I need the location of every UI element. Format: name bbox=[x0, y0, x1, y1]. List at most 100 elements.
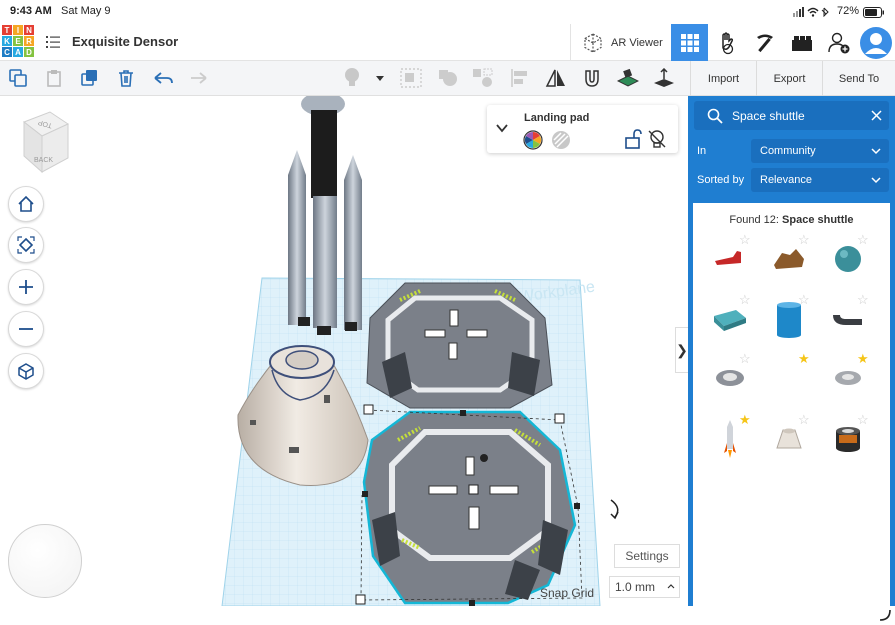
unlock-icon[interactable] bbox=[624, 129, 642, 149]
navigation-joystick[interactable] bbox=[8, 524, 82, 598]
favorite-star-icon[interactable]: ☆ bbox=[798, 413, 810, 426]
user-avatar[interactable] bbox=[857, 24, 895, 61]
zoom-in-button[interactable] bbox=[8, 269, 44, 305]
undo-icon bbox=[154, 72, 173, 84]
resize-handle[interactable] bbox=[362, 491, 368, 497]
ar-viewer-button[interactable]: AR Viewer bbox=[570, 24, 670, 61]
favorite-star-icon[interactable]: ☆ bbox=[798, 293, 810, 306]
resize-handle[interactable] bbox=[460, 410, 466, 416]
lego-view-button[interactable] bbox=[783, 24, 820, 61]
favorite-star-icon[interactable]: ★ bbox=[798, 352, 810, 365]
design-viewport[interactable]: Workplane TOP BACK Landing pad bbox=[0, 96, 688, 606]
landing-pad-back[interactable] bbox=[366, 282, 553, 409]
mirror-icon bbox=[545, 69, 565, 87]
light-off-icon[interactable] bbox=[647, 129, 667, 149]
result-tile[interactable]: ★ bbox=[702, 411, 757, 466]
scene-canvas[interactable]: Workplane bbox=[0, 96, 688, 606]
shape-name[interactable]: Landing pad bbox=[524, 112, 589, 124]
result-tile[interactable]: ☆ bbox=[820, 231, 875, 286]
send-to-button[interactable]: Send To bbox=[822, 61, 895, 96]
search-query[interactable]: Space shuttle bbox=[732, 109, 805, 123]
found-query: Space shuttle bbox=[782, 214, 854, 226]
height-handle[interactable] bbox=[468, 484, 479, 495]
notes-light-button[interactable] bbox=[341, 67, 363, 89]
mirror-button[interactable] bbox=[545, 67, 567, 89]
favorite-star-icon[interactable]: ★ bbox=[739, 413, 751, 426]
panel-collapse-button[interactable]: ❯ bbox=[675, 327, 688, 373]
group-button[interactable] bbox=[400, 67, 422, 89]
favorite-star-icon[interactable]: ☆ bbox=[739, 352, 751, 365]
resize-corner-icon bbox=[879, 609, 891, 621]
search-results: Found 12: Space shuttle ☆ ☆ ☆ ☆ ☆ ☆ ☆ ★ … bbox=[693, 203, 890, 606]
resize-handle[interactable] bbox=[554, 413, 565, 424]
resize-handle[interactable] bbox=[363, 404, 374, 415]
workplane-button[interactable] bbox=[617, 67, 639, 89]
landing-pad-selected[interactable] bbox=[362, 410, 577, 605]
resize-handle[interactable] bbox=[574, 503, 580, 509]
home-view-button[interactable] bbox=[8, 186, 44, 222]
logo-letter: I bbox=[13, 25, 23, 35]
result-tile[interactable]: ☆ bbox=[761, 291, 816, 346]
resize-handle[interactable] bbox=[355, 594, 366, 605]
zoom-out-button[interactable] bbox=[8, 311, 44, 347]
result-tile[interactable]: ☆ bbox=[820, 291, 875, 346]
favorite-star-icon[interactable]: ★ bbox=[857, 352, 869, 365]
brick-icon bbox=[791, 35, 812, 51]
favorite-star-icon[interactable]: ☆ bbox=[739, 293, 751, 306]
3d-design-view-button[interactable] bbox=[671, 24, 708, 61]
tinkercad-logo[interactable]: T I N K E R C A D bbox=[2, 25, 34, 57]
hole-swatch-icon[interactable] bbox=[551, 130, 571, 150]
favorite-star-icon[interactable]: ☆ bbox=[857, 413, 869, 426]
view-cube[interactable]: TOP BACK bbox=[18, 106, 74, 176]
favorite-star-icon[interactable]: ☆ bbox=[798, 233, 810, 246]
paste-button[interactable] bbox=[44, 67, 66, 89]
perspective-toggle-button[interactable] bbox=[8, 353, 44, 389]
invite-user-button[interactable] bbox=[820, 24, 857, 61]
status-date: Sat May 9 bbox=[61, 5, 111, 17]
result-tile[interactable]: ☆ bbox=[702, 231, 757, 286]
fit-view-button[interactable] bbox=[8, 227, 44, 263]
bottom-edge bbox=[0, 606, 895, 625]
sort-select[interactable]: Relevance bbox=[751, 168, 889, 192]
duplicate-button[interactable] bbox=[79, 67, 101, 89]
result-tile[interactable]: ★ bbox=[820, 350, 875, 405]
source-select[interactable]: Community bbox=[751, 139, 889, 163]
result-tile[interactable]: ☆ bbox=[702, 291, 757, 346]
ungroup-button[interactable] bbox=[437, 67, 459, 89]
result-tile[interactable]: ☆ bbox=[761, 411, 816, 466]
result-tile[interactable]: ★ bbox=[761, 350, 816, 405]
favorite-star-icon[interactable]: ☆ bbox=[739, 233, 751, 246]
settings-button[interactable]: Settings bbox=[614, 544, 680, 568]
design-title[interactable]: Exquisite Densor bbox=[72, 34, 178, 49]
shape-search-box[interactable]: Space shuttle bbox=[694, 101, 889, 130]
battery-icon bbox=[863, 7, 884, 18]
ruler-button[interactable] bbox=[653, 67, 675, 89]
collapse-chevron-icon[interactable] bbox=[496, 124, 508, 133]
import-button[interactable]: Import bbox=[690, 61, 756, 96]
align-button[interactable] bbox=[509, 67, 531, 89]
cruise-button[interactable] bbox=[581, 67, 603, 89]
blocks-view-button[interactable] bbox=[709, 24, 746, 61]
combine-button[interactable] bbox=[472, 67, 494, 89]
export-button[interactable]: Export bbox=[756, 61, 822, 96]
design-list-icon[interactable] bbox=[46, 36, 60, 48]
copy-button[interactable] bbox=[7, 67, 29, 89]
delete-button[interactable] bbox=[115, 67, 137, 89]
bricks-view-button[interactable] bbox=[746, 24, 783, 61]
notes-dropdown-button[interactable] bbox=[371, 67, 389, 89]
clear-search-icon[interactable] bbox=[871, 110, 882, 121]
edit-toolbar: Import Export Send To bbox=[0, 61, 895, 96]
undo-button[interactable] bbox=[152, 67, 174, 89]
copy-icon bbox=[9, 69, 27, 87]
result-tile[interactable]: ☆ bbox=[761, 231, 816, 286]
redo-button[interactable] bbox=[187, 67, 209, 89]
snap-grid-select[interactable]: 1.0 mm bbox=[609, 576, 680, 598]
rocket-model[interactable] bbox=[288, 96, 362, 335]
battery-percent: 72% bbox=[837, 5, 860, 17]
teal-sphere-shape-icon bbox=[834, 245, 861, 272]
favorite-star-icon[interactable]: ☆ bbox=[857, 233, 869, 246]
result-tile[interactable]: ☆ bbox=[702, 350, 757, 405]
favorite-star-icon[interactable]: ☆ bbox=[857, 293, 869, 306]
result-tile[interactable]: ☆ bbox=[820, 411, 875, 466]
multicolor-swatch-icon[interactable] bbox=[523, 130, 543, 150]
